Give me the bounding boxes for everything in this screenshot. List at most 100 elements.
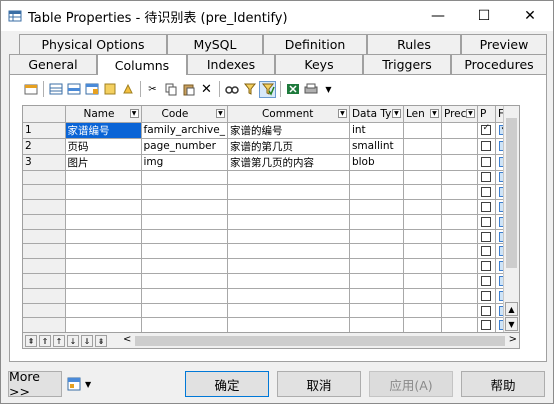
cell-length[interactable] (403, 184, 442, 201)
cell-comment[interactable] (227, 303, 350, 319)
add-row-icon[interactable] (47, 81, 64, 98)
chevron-down-icon[interactable]: ▼ (215, 109, 225, 118)
properties-icon[interactable] (22, 81, 39, 98)
horizontal-scroll-thumb[interactable] (135, 336, 505, 346)
column-header-primary[interactable]: P (477, 106, 496, 123)
cell-precision[interactable] (441, 258, 478, 275)
cell-name[interactable] (65, 243, 142, 260)
move-page-down-button[interactable]: ⇓ (81, 334, 93, 347)
cancel-button[interactable]: 取消 (277, 371, 361, 397)
cell-primary-key[interactable] (477, 288, 496, 304)
cell-code[interactable] (141, 199, 228, 215)
tab-indexes[interactable]: Indexes (187, 54, 275, 74)
cell-primary-key[interactable] (477, 273, 496, 289)
cell-comment[interactable]: 家谱的第几页 (227, 138, 350, 155)
cell-primary-key[interactable] (477, 199, 496, 215)
primary-key-checkbox[interactable] (481, 305, 492, 316)
cell-comment[interactable] (227, 199, 350, 215)
move-bottom-button[interactable]: ⇟ (95, 334, 107, 347)
cell-code[interactable] (141, 303, 228, 319)
tab-keys[interactable]: Keys (275, 54, 363, 74)
cell-comment[interactable] (227, 243, 350, 260)
cell-comment[interactable] (227, 273, 350, 289)
column-header-precision[interactable]: Prec ▼ (441, 106, 478, 123)
move-page-up-button[interactable]: ⇑ (39, 334, 51, 347)
cell-datatype[interactable] (349, 258, 404, 275)
column-header-name[interactable]: Name ▼ (65, 106, 142, 123)
cell-name[interactable] (65, 199, 142, 215)
scroll-left-button[interactable]: < (123, 334, 131, 345)
table-row[interactable] (23, 184, 514, 201)
cell-precision[interactable] (441, 303, 478, 319)
insert-row-icon[interactable] (65, 81, 82, 98)
cell-code[interactable] (141, 170, 228, 186)
tab-mysql[interactable]: MySQL (167, 34, 263, 54)
cell-precision[interactable] (441, 184, 478, 201)
table-row[interactable]: 2 页码 page_number 家谱的第几页 smallint (23, 138, 514, 155)
horizontal-scrollbar[interactable]: < > (123, 334, 519, 347)
primary-key-checkbox[interactable] (481, 172, 492, 183)
cell-datatype[interactable]: smallint (349, 138, 404, 155)
move-down-button[interactable]: ↓ (67, 334, 79, 347)
primary-key-checkbox[interactable] (481, 290, 492, 301)
cell-datatype[interactable]: blob (349, 154, 404, 171)
cell-precision[interactable] (441, 170, 478, 186)
table-row[interactable] (23, 258, 514, 275)
primary-key-checkbox[interactable] (481, 275, 492, 286)
chevron-down-icon[interactable]: ▼ (429, 109, 439, 118)
tab-preview[interactable]: Preview (461, 34, 547, 54)
cell-name[interactable]: 图片 (65, 154, 142, 171)
cell-comment[interactable] (227, 170, 350, 186)
cell-code[interactable] (141, 273, 228, 289)
cell-code[interactable] (141, 317, 228, 332)
cell-code[interactable]: img (141, 154, 228, 171)
cell-primary-key[interactable] (477, 303, 496, 319)
cell-precision[interactable] (441, 243, 478, 260)
tab-columns[interactable]: Columns (97, 54, 187, 75)
cell-primary-key[interactable] (477, 122, 496, 139)
cell-name[interactable] (65, 273, 142, 289)
cell-name[interactable] (65, 258, 142, 275)
cell-primary-key[interactable] (477, 229, 496, 245)
cell-name[interactable] (65, 303, 142, 319)
cell-length[interactable] (403, 303, 442, 319)
maximize-button[interactable]: ☐ (461, 1, 507, 31)
more-dropdown-icon[interactable]: ▼ (320, 81, 337, 98)
cell-precision[interactable] (441, 273, 478, 289)
more-button[interactable]: More >> (8, 369, 62, 399)
move-top-button[interactable]: ⇞ (25, 334, 37, 347)
cell-precision[interactable] (441, 214, 478, 230)
cell-precision[interactable] (441, 122, 478, 139)
cell-name[interactable]: 页码 (65, 138, 142, 155)
scroll-thumb[interactable] (506, 118, 517, 268)
copy-icon[interactable] (162, 81, 179, 98)
tab-definition[interactable]: Definition (263, 34, 367, 54)
excel-icon[interactable] (284, 81, 301, 98)
ok-button[interactable]: 确定 (185, 371, 269, 397)
primary-key-checkbox[interactable] (481, 246, 492, 257)
filter-icon[interactable] (241, 81, 258, 98)
cell-primary-key[interactable] (477, 154, 496, 171)
filter-active-icon[interactable] (259, 80, 276, 98)
cell-datatype[interactable] (349, 229, 404, 245)
clear-icon[interactable] (119, 81, 136, 98)
cell-code[interactable]: page_number (141, 138, 228, 155)
cell-precision[interactable] (441, 288, 478, 304)
column-header-length[interactable]: Len ▼ (403, 106, 442, 123)
cell-datatype[interactable] (349, 184, 404, 201)
cell-name[interactable] (65, 170, 142, 186)
cell-primary-key[interactable] (477, 138, 496, 155)
apply-button[interactable]: 应用(A) (369, 371, 453, 397)
cell-name[interactable] (65, 229, 142, 245)
scroll-down-button[interactable]: ▼ (505, 317, 518, 331)
cell-name[interactable] (65, 184, 142, 201)
cell-primary-key[interactable] (477, 317, 496, 332)
cell-datatype[interactable] (349, 214, 404, 230)
column-header-code[interactable]: Code ▼ (141, 106, 228, 123)
cell-precision[interactable] (441, 317, 478, 332)
table-row[interactable] (23, 243, 514, 260)
vertical-scrollbar[interactable]: ▲ ▼ (503, 106, 519, 332)
table-row[interactable] (23, 199, 514, 215)
cell-length[interactable] (403, 138, 442, 155)
primary-key-checkbox[interactable] (481, 157, 492, 167)
